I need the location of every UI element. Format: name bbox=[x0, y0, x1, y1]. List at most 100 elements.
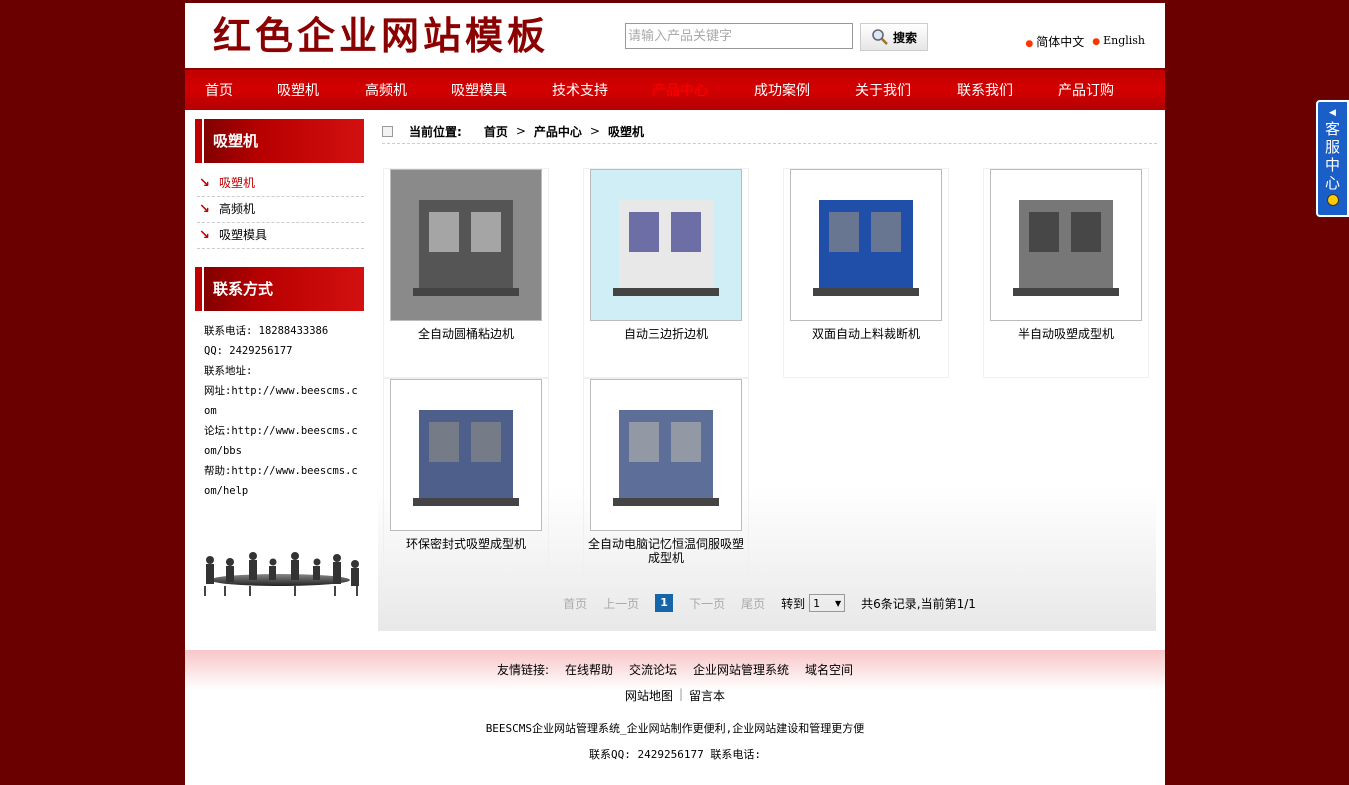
nav-item[interactable]: 技术支持 bbox=[552, 80, 608, 100]
product-name[interactable]: 全自动圆桶粘边机 bbox=[384, 327, 548, 341]
lang-cn-label: 简体中文 bbox=[1036, 35, 1085, 49]
lang-en-link[interactable]: ● English bbox=[1092, 33, 1145, 50]
product-image[interactable] bbox=[390, 379, 542, 531]
lang-cn-link[interactable]: ● 简体中文 bbox=[1025, 33, 1084, 50]
pager-first-link[interactable]: 首页 bbox=[563, 595, 587, 612]
pager-prev-link[interactable]: 上一页 bbox=[603, 595, 639, 612]
product-image[interactable] bbox=[590, 169, 742, 321]
divider: | bbox=[678, 687, 684, 701]
nav-item[interactable]: 联系我们 bbox=[957, 80, 1013, 100]
breadcrumb: 当前位置: 首页 > 产品中心 > 吸塑机 bbox=[382, 119, 1157, 144]
product-card[interactable]: 半自动吸塑成型机 bbox=[983, 168, 1149, 378]
product-image[interactable] bbox=[790, 169, 942, 321]
breadcrumb-label: 当前位置: bbox=[409, 124, 462, 139]
search-icon bbox=[872, 29, 888, 45]
customer-service-float[interactable]: ◀ 客服中心 bbox=[1316, 100, 1349, 217]
nav-item[interactable]: 吸塑模具 bbox=[451, 80, 507, 100]
nav-item[interactable]: 吸塑机 bbox=[277, 80, 319, 100]
pagination: 首页 上一页 1 下一页 尾页 转到 1 ▼ 共6条记录,当前第1/1 bbox=[382, 593, 1157, 613]
footer: 友情链接: 在线帮助 交流论坛 企业网站管理系统 域名空间 网站地图 | 留言本… bbox=[185, 650, 1165, 785]
pager-summary: 共6条记录,当前第1/1 bbox=[861, 596, 976, 611]
chevron-right-icon: > bbox=[515, 124, 526, 138]
lang-en-label: English bbox=[1103, 34, 1145, 47]
footer-nav: 网站地图 | 留言本 bbox=[185, 687, 1165, 704]
pager-next-link[interactable]: 下一页 bbox=[689, 595, 725, 612]
product-name[interactable]: 半自动吸塑成型机 bbox=[984, 327, 1148, 341]
chevron-down-icon: ▼ bbox=[835, 598, 842, 608]
friend-links-label: 友情链接: bbox=[496, 663, 549, 677]
contact-line: 帮助:http://www.beescms.com/help bbox=[204, 465, 358, 497]
triangle-left-icon: ◀ bbox=[1329, 108, 1336, 118]
product-name[interactable]: 全自动电脑记忆恒温伺服吸塑成型机 bbox=[584, 537, 748, 565]
language-switcher: ● 简体中文 ● English bbox=[1025, 33, 1145, 50]
page-container: 红色企业网站模板 请输入产品关键字 搜索 ● 简体中文 ● English 首页 吸塑… bbox=[185, 3, 1165, 785]
product-grid: 全自动圆桶粘边机 自动三边折边机 双面自动上料裁断机 半自动吸塑成型机环保密封式吸塑成… bbox=[378, 153, 1156, 631]
site-logo[interactable]: 红色企业网站模板 bbox=[213, 13, 549, 59]
nav-item[interactable]: 高频机 bbox=[365, 80, 407, 100]
sidebar-item[interactable]: ↘ 吸塑机 bbox=[197, 171, 364, 197]
contact-line: 论坛:http://www.beescms.com/bbs bbox=[204, 425, 358, 457]
friend-link[interactable]: 交流论坛 bbox=[629, 661, 677, 678]
product-card[interactable]: 全自动电脑记忆恒温伺服吸塑成型机 bbox=[583, 378, 749, 588]
sidebar-item-label: 吸塑机 bbox=[219, 176, 256, 190]
meeting-image bbox=[204, 552, 359, 596]
page-select[interactable]: 1 ▼ bbox=[809, 594, 846, 612]
search-input[interactable]: 请输入产品关键字 bbox=[625, 23, 853, 49]
customer-service-label: 客服中心 bbox=[1324, 120, 1340, 192]
nav-item[interactable]: 成功案例 bbox=[754, 80, 810, 100]
product-image[interactable] bbox=[390, 169, 542, 321]
breadcrumb-current[interactable]: 吸塑机 bbox=[608, 123, 644, 140]
pager-current-page[interactable]: 1 bbox=[655, 594, 674, 612]
chevron-right-icon: > bbox=[589, 124, 600, 138]
friend-link[interactable]: 企业网站管理系统 bbox=[693, 661, 789, 678]
arrow-icon: ↘ bbox=[199, 202, 210, 217]
arrow-icon: ↘ bbox=[199, 176, 210, 191]
bullet-icon: ● bbox=[1092, 37, 1101, 47]
sitemap-link[interactable]: 网站地图 bbox=[625, 687, 673, 704]
search-button-label: 搜索 bbox=[892, 30, 917, 45]
product-name[interactable]: 环保密封式吸塑成型机 bbox=[384, 537, 548, 551]
product-image[interactable] bbox=[990, 169, 1142, 321]
search-button[interactable]: 搜索 bbox=[860, 23, 928, 51]
sidebar-item[interactable]: ↘ 吸塑模具 bbox=[197, 223, 364, 249]
sidebar-menu: ↘ 吸塑机 ↘ 高频机 ↘ 吸塑模具 bbox=[197, 171, 364, 249]
nav-item[interactable]: 首页 bbox=[205, 80, 233, 100]
sidebar-item-label: 吸塑模具 bbox=[219, 228, 268, 242]
main-nav: 首页 吸塑机 高频机 吸塑模具 技术支持 产品中心 成功案例 关于我们 联系我们 产品订购 bbox=[185, 68, 1165, 110]
pager-goto-label: 转到 bbox=[781, 596, 806, 611]
nav-item[interactable]: 产品订购 bbox=[1058, 80, 1114, 100]
contact-line: 网址:http://www.beescms.com bbox=[204, 385, 358, 417]
contact-line: QQ: 2429256177 bbox=[204, 345, 293, 357]
friend-link[interactable]: 在线帮助 bbox=[565, 661, 613, 678]
product-card[interactable]: 全自动圆桶粘边机 bbox=[383, 168, 549, 378]
guestbook-link[interactable]: 留言本 bbox=[689, 687, 725, 704]
product-image[interactable] bbox=[590, 379, 742, 531]
pager-last-link[interactable]: 尾页 bbox=[741, 595, 765, 612]
qq-icon bbox=[1326, 194, 1339, 206]
nav-item[interactable]: 产品中心 bbox=[652, 80, 708, 100]
footer-tagline: BEESCMS企业网站管理系统_企业网站制作更便利,企业网站建设和管理更方便 bbox=[485, 722, 865, 735]
nav-item[interactable]: 关于我们 bbox=[855, 80, 911, 100]
sidebar-item[interactable]: ↘ 高频机 bbox=[197, 197, 364, 223]
friend-link[interactable]: 域名空间 bbox=[805, 661, 853, 678]
sidebar-category-title: 吸塑机 bbox=[195, 119, 364, 163]
contact-line: 联系电话: 18288433386 bbox=[204, 325, 329, 337]
breadcrumb-home-link[interactable]: 首页 bbox=[484, 123, 508, 140]
product-card[interactable]: 环保密封式吸塑成型机 bbox=[383, 378, 549, 588]
meeting-illustration bbox=[195, 548, 364, 598]
breadcrumb-icon bbox=[382, 125, 393, 137]
pager-goto: 转到 1 ▼ bbox=[781, 594, 846, 612]
product-card[interactable]: 自动三边折边机 bbox=[583, 168, 749, 378]
breadcrumb-products-link[interactable]: 产品中心 bbox=[534, 123, 582, 140]
sidebar-item-label: 高频机 bbox=[219, 202, 256, 216]
arrow-icon: ↘ bbox=[199, 228, 210, 243]
product-name[interactable]: 双面自动上料裁断机 bbox=[784, 327, 948, 341]
contact-info: 联系电话: 18288433386 QQ: 2429256177 联系地址: 网址:h… bbox=[204, 321, 364, 501]
contact-line: 联系地址: bbox=[204, 365, 253, 377]
friend-links: 友情链接: 在线帮助 交流论坛 企业网站管理系统 域名空间 bbox=[185, 661, 1165, 678]
footer-contact: 联系QQ: 2429256177 联系电话: bbox=[589, 748, 761, 761]
page-select-value: 1 bbox=[813, 596, 821, 610]
product-name[interactable]: 自动三边折边机 bbox=[584, 327, 748, 341]
product-card[interactable]: 双面自动上料裁断机 bbox=[783, 168, 949, 378]
bullet-icon: ● bbox=[1025, 39, 1034, 49]
